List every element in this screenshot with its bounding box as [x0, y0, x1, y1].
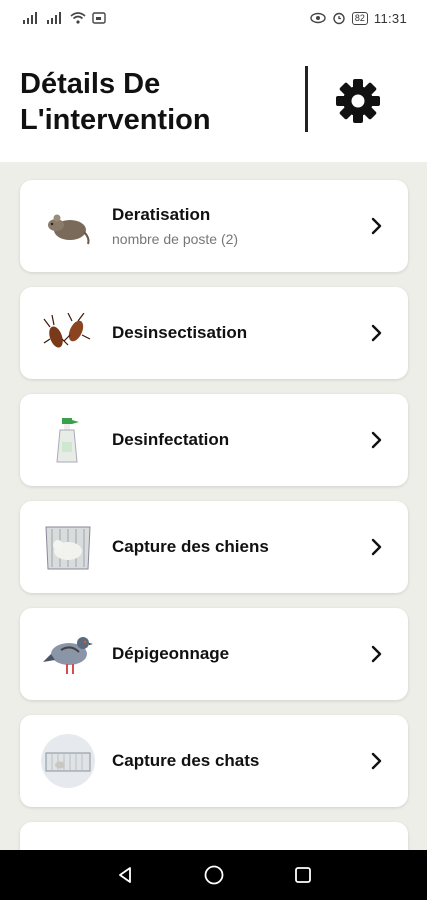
recents-button[interactable]: [288, 860, 318, 890]
wifi-icon: [70, 12, 86, 24]
dog-cage-icon: [40, 519, 96, 575]
system-nav-bar: [0, 850, 427, 900]
rat-icon: [40, 198, 96, 254]
app-header: Détails De L'intervention: [0, 36, 427, 162]
service-card-capture-chats[interactable]: Capture des chats: [20, 715, 408, 807]
spray-bottle-icon: [40, 412, 96, 468]
chevron-right-icon: [366, 535, 386, 559]
service-label: Capture des chats: [112, 715, 259, 807]
back-button[interactable]: [110, 860, 140, 890]
chevron-right-icon: [366, 214, 386, 238]
service-card-depigeonnage[interactable]: Dépigeonnage: [20, 608, 408, 700]
home-button[interactable]: [199, 860, 229, 890]
page-title: Détails De L'intervention: [20, 68, 211, 136]
signal-icon: [23, 12, 37, 24]
screenshot-icon: [92, 12, 106, 24]
back-triangle-icon: [118, 867, 131, 883]
service-label: Desinsectisation: [112, 287, 247, 379]
service-card-desinsectisation[interactable]: Desinsectisation: [20, 287, 408, 379]
service-name: Desinsectisation: [112, 323, 248, 342]
status-left: [22, 12, 106, 24]
service-label: Deratisation nombre de poste (2): [112, 180, 238, 272]
service-card-desinfectation[interactable]: Desinfectation: [20, 394, 408, 486]
status-bar: 82 11:31: [0, 0, 427, 36]
home-circle-icon: [204, 865, 223, 885]
service-name: Capture des chats: [112, 751, 260, 770]
service-card-partial[interactable]: [20, 822, 408, 850]
pigeon-icon: [40, 626, 96, 682]
alarm-icon: [333, 12, 345, 25]
service-label: Dépigeonnage: [112, 608, 229, 700]
service-name: Dépigeonnage: [112, 644, 230, 663]
service-subtitle: nombre de poste (2): [112, 231, 239, 247]
chevron-right-icon: [366, 749, 386, 773]
service-label: Capture des chiens: [112, 501, 269, 593]
status-time: 11:31: [373, 10, 407, 26]
chevron-right-icon: [366, 428, 386, 452]
gear-icon: [336, 79, 380, 123]
service-name: Desinfectation: [112, 430, 230, 449]
recents-square-icon: [294, 867, 311, 883]
settings-button[interactable]: [333, 76, 383, 126]
chevron-right-icon: [366, 321, 386, 345]
service-name: Capture des chiens: [112, 537, 269, 556]
eye-icon: [310, 12, 326, 24]
status-right: 82 11:31: [310, 11, 407, 26]
signal-icon-2: [47, 12, 61, 24]
service-card-deratisation[interactable]: Deratisation nombre de poste (2): [20, 180, 408, 272]
cockroach-icon: [40, 305, 96, 361]
chevron-right-icon: [366, 642, 386, 666]
service-card-capture-chiens[interactable]: Capture des chiens: [20, 501, 408, 593]
cat-trap-icon: [40, 733, 96, 789]
header-divider: [305, 66, 308, 132]
service-name: Deratisation: [112, 205, 211, 224]
service-label: Desinfectation: [112, 394, 229, 486]
services-list: Deratisation nombre de poste (2) Desinse…: [0, 162, 427, 850]
battery-icon: 82: [351, 11, 368, 25]
